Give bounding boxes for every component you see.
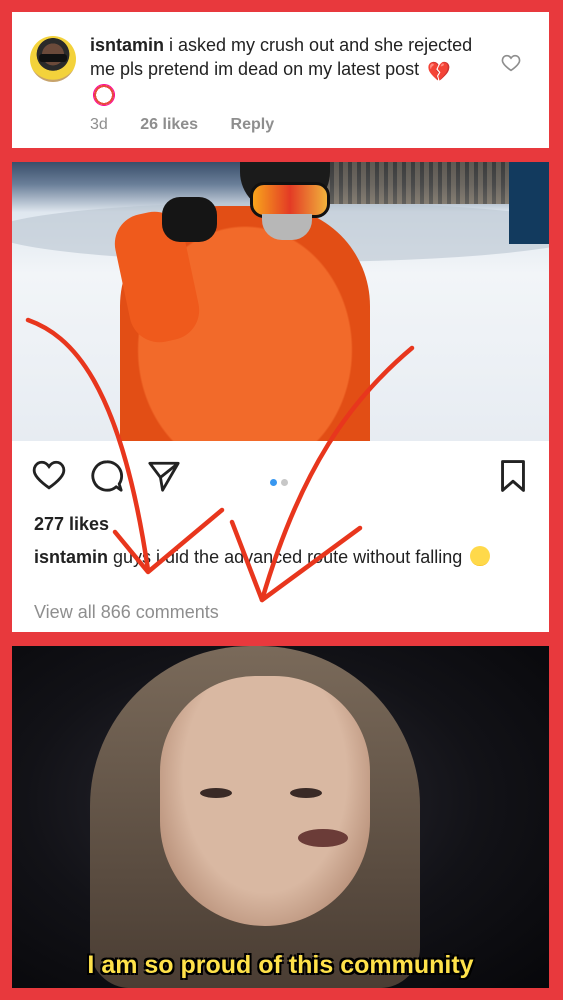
like-comment-heart-icon[interactable]	[501, 54, 521, 72]
like-heart-icon[interactable]	[32, 459, 66, 491]
caption-text: guys i did the advanced route without fa…	[108, 547, 463, 567]
comment-username[interactable]: isntamin	[90, 35, 164, 55]
comment-meta: 3d 26 likes Reply	[90, 116, 302, 134]
caption-username[interactable]: isntamin	[34, 547, 108, 567]
carousel-dots	[270, 473, 292, 491]
broken-heart-emoji-icon: 💔	[427, 61, 451, 83]
post-likes[interactable]: 277 likes	[34, 514, 109, 535]
bookmark-icon[interactable]	[499, 459, 527, 493]
comment-bubble-icon[interactable]	[90, 459, 124, 493]
pleading-face-emoji-icon	[470, 546, 491, 566]
post-caption: isntamin guys i did the advanced route w…	[34, 546, 494, 569]
carousel-dot	[281, 479, 288, 486]
avatar[interactable]	[30, 36, 76, 82]
meme-caption: I am so proud of this community	[87, 951, 474, 979]
post-panel: 277 likes isntamin guys i did the advanc…	[12, 162, 549, 632]
clown-emoji-icon	[93, 84, 115, 106]
post-actions	[12, 441, 549, 511]
post-photo[interactable]	[12, 162, 549, 441]
view-all-comments-link[interactable]: View all 866 comments	[34, 602, 219, 623]
comment-panel: isntamin i asked my crush out and she re…	[12, 12, 549, 148]
carousel-dot-active	[270, 479, 277, 486]
comment-time: 3d	[90, 116, 108, 133]
reply-button[interactable]: Reply	[231, 116, 275, 133]
meme-image-panel: I am so proud of this community	[12, 646, 549, 988]
comment-body: isntamin i asked my crush out and she re…	[90, 34, 480, 110]
share-paper-plane-icon[interactable]	[146, 459, 182, 493]
comment-likes[interactable]: 26 likes	[140, 116, 198, 133]
